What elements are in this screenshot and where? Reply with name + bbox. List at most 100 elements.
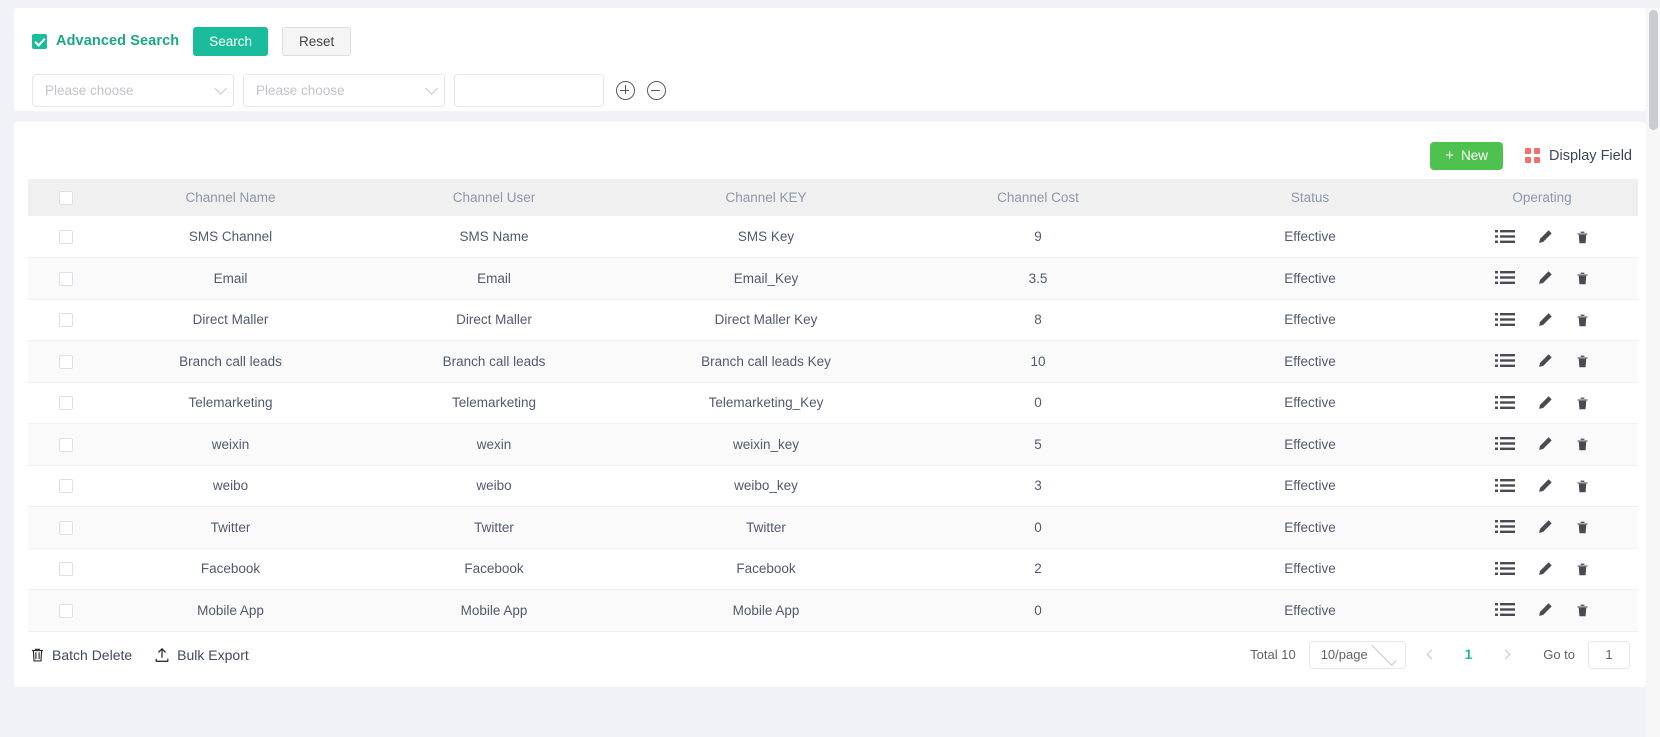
- row-select-cell: [28, 423, 103, 466]
- advanced-search-toggle[interactable]: Advanced Search: [32, 33, 179, 49]
- row-actions: [1446, 561, 1638, 577]
- delete-trash-icon[interactable]: [1575, 229, 1590, 245]
- advanced-search-panel: Advanced Search Search Reset Please choo…: [14, 8, 1646, 111]
- chevron-down-icon: [214, 82, 227, 95]
- delete-trash-icon[interactable]: [1575, 436, 1590, 452]
- search-button[interactable]: Search: [193, 26, 268, 56]
- reset-button[interactable]: Reset: [281, 26, 352, 56]
- upload-icon: [155, 647, 169, 662]
- edit-pencil-icon[interactable]: [1537, 519, 1553, 535]
- row-select-cell: [28, 216, 103, 258]
- cell-channel-key: weixin_key: [630, 423, 902, 466]
- table-row: Facebook Facebook Facebook 2 Effective: [28, 548, 1638, 590]
- cell-channel-name: Direct Maller: [103, 299, 358, 341]
- page-number-1[interactable]: 1: [1458, 647, 1480, 662]
- edit-pencil-icon[interactable]: [1537, 395, 1553, 411]
- select-all-checkbox[interactable]: [58, 191, 73, 206]
- plus-circle-icon[interactable]: [616, 81, 635, 100]
- row-checkbox[interactable]: [58, 271, 73, 286]
- cell-channel-key: Facebook: [630, 548, 902, 590]
- row-actions: [1446, 229, 1638, 245]
- delete-trash-icon[interactable]: [1575, 270, 1590, 286]
- edit-pencil-icon[interactable]: [1537, 353, 1553, 369]
- row-checkbox[interactable]: [58, 230, 73, 245]
- table-row: SMS Channel SMS Name SMS Key 9 Effective: [28, 216, 1638, 258]
- edit-pencil-icon[interactable]: [1537, 602, 1553, 618]
- detail-list-icon[interactable]: [1494, 519, 1515, 535]
- cell-channel-name: weixin: [103, 423, 358, 466]
- detail-list-icon[interactable]: [1494, 478, 1515, 494]
- total-count: Total 10: [1250, 647, 1296, 662]
- column-channel-user[interactable]: Channel User: [358, 179, 630, 216]
- row-actions: [1446, 353, 1638, 369]
- edit-pencil-icon[interactable]: [1537, 478, 1553, 494]
- filter-value-input[interactable]: [454, 74, 604, 107]
- column-channel-name[interactable]: Channel Name: [103, 179, 358, 216]
- filter-operator-select[interactable]: Please choose: [243, 74, 445, 107]
- detail-list-icon[interactable]: [1494, 312, 1515, 328]
- detail-list-icon[interactable]: [1494, 561, 1515, 577]
- row-checkbox[interactable]: [58, 437, 73, 452]
- filter-row: Please choose Please choose: [32, 74, 1628, 107]
- row-checkbox[interactable]: [58, 603, 73, 618]
- edit-pencil-icon[interactable]: [1537, 312, 1553, 328]
- edit-pencil-icon[interactable]: [1537, 561, 1553, 577]
- column-channel-key[interactable]: Channel KEY: [630, 179, 902, 216]
- delete-trash-icon[interactable]: [1575, 602, 1590, 618]
- cell-channel-key: Mobile App: [630, 589, 902, 632]
- scrollbar-thumb[interactable]: [1649, 10, 1658, 130]
- edit-pencil-icon[interactable]: [1537, 229, 1553, 245]
- cell-status: Effective: [1174, 257, 1446, 300]
- plus-icon: +: [1445, 147, 1454, 164]
- row-checkbox[interactable]: [58, 520, 73, 535]
- minus-circle-icon[interactable]: [647, 81, 666, 100]
- prev-page-button[interactable]: [1419, 642, 1445, 668]
- cell-channel-user: Twitter: [358, 506, 630, 549]
- bulk-export-button[interactable]: Bulk Export: [154, 647, 249, 663]
- cell-channel-cost: 5: [902, 423, 1174, 466]
- detail-list-icon[interactable]: [1494, 270, 1515, 286]
- delete-trash-icon[interactable]: [1575, 395, 1590, 411]
- next-page-button[interactable]: [1492, 642, 1518, 668]
- detail-list-icon[interactable]: [1494, 602, 1515, 618]
- cell-channel-cost: 10: [902, 340, 1174, 383]
- cell-channel-user: Mobile App: [358, 589, 630, 632]
- detail-list-icon[interactable]: [1494, 436, 1515, 452]
- table-row: Mobile App Mobile App Mobile App 0 Effective: [28, 589, 1638, 632]
- cell-channel-user: SMS Name: [358, 216, 630, 258]
- delete-trash-icon[interactable]: [1575, 519, 1590, 535]
- delete-trash-icon[interactable]: [1575, 312, 1590, 328]
- row-checkbox[interactable]: [58, 313, 73, 328]
- new-button[interactable]: + New: [1430, 141, 1503, 170]
- cell-channel-key: Branch call leads Key: [630, 340, 902, 383]
- row-checkbox[interactable]: [58, 396, 73, 411]
- row-checkbox[interactable]: [58, 562, 73, 577]
- row-checkbox[interactable]: [58, 354, 73, 369]
- batch-delete-button[interactable]: Batch Delete: [30, 647, 132, 663]
- display-field-button[interactable]: Display Field: [1525, 148, 1632, 164]
- goto-page-input[interactable]: [1588, 640, 1630, 669]
- filter-field-select[interactable]: Please choose: [32, 74, 234, 107]
- detail-list-icon[interactable]: [1494, 395, 1515, 411]
- bulk-export-label: Bulk Export: [177, 646, 249, 663]
- advanced-search-checkbox[interactable]: [32, 33, 47, 49]
- cell-channel-cost: 0: [902, 382, 1174, 424]
- delete-trash-icon[interactable]: [1575, 353, 1590, 369]
- edit-pencil-icon[interactable]: [1537, 270, 1553, 286]
- cell-operating: [1446, 465, 1638, 507]
- column-status[interactable]: Status: [1174, 179, 1446, 216]
- edit-pencil-icon[interactable]: [1537, 436, 1553, 452]
- page-scrollbar[interactable]: [1646, 8, 1660, 737]
- chevron-left-icon: [1426, 649, 1437, 660]
- table-header: Channel Name Channel User Channel KEY Ch…: [28, 179, 1638, 216]
- delete-trash-icon[interactable]: [1575, 478, 1590, 494]
- column-channel-cost[interactable]: Channel Cost: [902, 179, 1174, 216]
- detail-list-icon[interactable]: [1494, 229, 1515, 245]
- column-operating: Operating: [1446, 179, 1638, 216]
- page-size-select[interactable]: 10/page: [1308, 640, 1406, 669]
- row-select-cell: [28, 465, 103, 507]
- detail-list-icon[interactable]: [1494, 353, 1515, 369]
- row-checkbox[interactable]: [58, 479, 73, 494]
- delete-trash-icon[interactable]: [1575, 561, 1590, 577]
- cell-channel-key: Direct Maller Key: [630, 299, 902, 341]
